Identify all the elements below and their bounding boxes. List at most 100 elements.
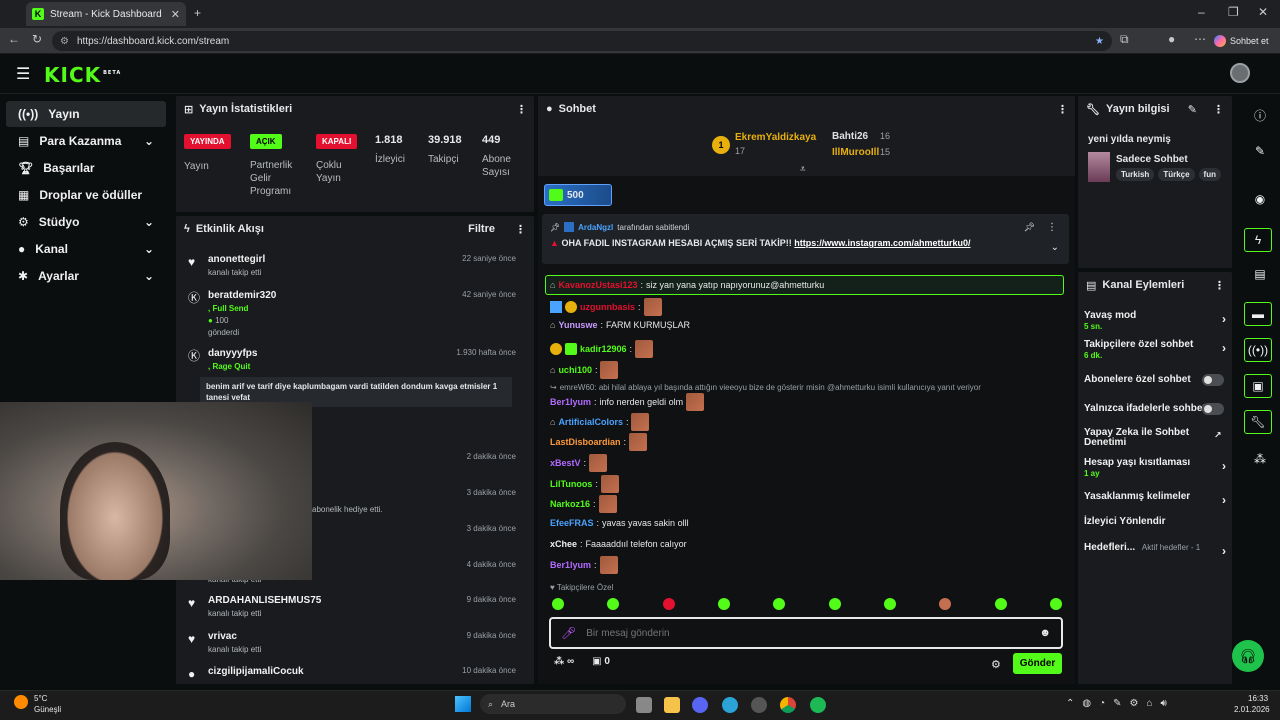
more-options-icon[interactable]: ⋮: [1047, 222, 1057, 233]
points-indicator[interactable]: ⁂ ∞: [554, 656, 574, 667]
emote-icon[interactable]: [552, 598, 564, 610]
wrench-icon[interactable]: 🔧︎: [1244, 410, 1272, 434]
more-options-icon[interactable]: ⋮: [1214, 279, 1225, 292]
site-info-icon[interactable]: ⚙: [60, 36, 69, 47]
action-goals[interactable]: Hedefleri... Aktif hedefler - 1 ›: [1084, 542, 1226, 558]
more-options-icon[interactable]: ⋮: [1057, 103, 1068, 116]
sidebar-item-para-kazanma[interactable]: ▤ Para Kazanma ⌄: [6, 128, 166, 154]
tag-pill[interactable]: fun: [1198, 168, 1221, 181]
close-window-icon[interactable]: ✕: [1258, 5, 1268, 19]
action-followers-only[interactable]: Takipçilere özel sohbet 6 dk. ›: [1084, 339, 1226, 360]
broadcast-icon[interactable]: ((•)): [1244, 338, 1272, 362]
toggle-switch: [1202, 374, 1224, 386]
sidebar-item-studyo[interactable]: ⚙ Stüdyo ⌄: [6, 209, 166, 235]
goal-badge[interactable]: 500: [544, 184, 612, 206]
tag-pill[interactable]: Turkish: [1116, 168, 1155, 181]
hamburger-menu-icon[interactable]: ☰: [16, 64, 30, 84]
support-button[interactable]: 🎧︎: [1232, 640, 1264, 672]
info-icon[interactable]: ⓘ: [1252, 107, 1268, 123]
send-button[interactable]: Gönder: [1013, 653, 1062, 674]
avatar[interactable]: [1230, 63, 1250, 83]
more-options-icon[interactable]: ⋮: [516, 103, 527, 116]
sub-badge-icon: [565, 343, 577, 355]
chat-input[interactable]: [586, 627, 1030, 639]
chat-bubble-icon[interactable]: ▬: [1244, 302, 1272, 326]
chevron-down-icon[interactable]: ⌄: [1051, 242, 1059, 253]
restore-icon[interactable]: ❐: [1228, 5, 1239, 19]
emoji-icon[interactable]: ☻: [1039, 627, 1051, 639]
taskbar-search[interactable]: ⌕ Ara: [480, 694, 626, 714]
weather-icon[interactable]: [14, 695, 28, 709]
sidebar-item-ayarlar[interactable]: ✱ Ayarlar ⌄: [6, 263, 166, 289]
new-tab-icon[interactable]: +: [194, 6, 201, 20]
chat-input-box[interactable]: 🎤︎ ☻: [549, 617, 1063, 649]
emote-icon[interactable]: [662, 598, 675, 610]
chat-header: ● Sohbet ⋮: [538, 96, 1075, 122]
kick-logo[interactable]: KICK BETA: [44, 63, 121, 87]
back-icon[interactable]: ←: [8, 32, 20, 46]
apps-icon[interactable]: ⁂: [1252, 452, 1268, 468]
user-badge: [550, 301, 562, 313]
more-options-icon[interactable]: ⋮: [515, 223, 526, 236]
category-name[interactable]: Sadece Sohbet: [1116, 154, 1188, 165]
chrome-icon[interactable]: [780, 697, 796, 713]
more-options-icon[interactable]: ⋮: [1213, 103, 1224, 116]
heart-icon: ♥: [550, 583, 555, 592]
spotify-icon[interactable]: [810, 697, 826, 713]
sidebar-item-droplar[interactable]: ▦ Droplar ve ödüller: [6, 182, 166, 208]
close-tab-icon[interactable]: ✕: [171, 8, 180, 21]
profile-icon[interactable]: ●: [1168, 32, 1175, 46]
document-icon[interactable]: ▤: [1252, 267, 1268, 283]
edit-icon[interactable]: ✎: [1252, 144, 1268, 160]
emote-icon[interactable]: [773, 598, 786, 610]
edit-icon[interactable]: ✎: [1188, 103, 1197, 116]
start-icon[interactable]: [455, 696, 471, 712]
reload-icon[interactable]: ↻: [32, 32, 42, 46]
sidebar-item-kanal[interactable]: ● Kanal ⌄: [6, 236, 166, 262]
expand-leaderboard-icon[interactable]: ⩡: [800, 164, 806, 175]
unpin-icon[interactable]: 📌︎: [1024, 222, 1035, 233]
emote-icon[interactable]: [994, 598, 1007, 610]
action-raid[interactable]: İzleyici Yönlendir: [1084, 516, 1226, 527]
sidebar-item-yayin[interactable]: ((•)) Yayın: [6, 101, 166, 127]
tag-pill[interactable]: Türkçe: [1158, 168, 1195, 181]
action-emotes-only[interactable]: Yalnızca ifadelerle sohbet: [1084, 403, 1226, 415]
camera-icon[interactable]: ◉: [1252, 192, 1268, 208]
minimize-icon[interactable]: –: [1198, 5, 1205, 19]
action-account-age[interactable]: Hesap yaşı kısıtlaması 1 ay ›: [1084, 457, 1226, 478]
more-menu-icon[interactable]: ⋯: [1194, 32, 1206, 46]
chat-settings-icon[interactable]: ⚙: [991, 658, 1001, 671]
url-field[interactable]: ⚙ https://dashboard.kick.com/stream ★: [52, 31, 1112, 51]
stat-partner: AÇIK Partnerlik Gelir Programı: [250, 134, 310, 198]
channel-icon[interactable]: ▣: [1244, 374, 1272, 398]
emote-icon[interactable]: [717, 598, 730, 610]
browser-tab[interactable]: K Stream - Kick Dashboard ✕: [26, 2, 186, 26]
edge-icon[interactable]: [722, 697, 738, 713]
action-banned-words[interactable]: Yasaklanmış kelimeler ›: [1084, 491, 1226, 507]
microphone-icon[interactable]: 🎤︎: [561, 626, 576, 640]
task-view-icon[interactable]: [636, 697, 652, 713]
bookmark-icon[interactable]: ★: [1095, 36, 1104, 47]
emote-icon[interactable]: [1049, 598, 1062, 610]
action-subscribers-only[interactable]: Abonelere özel sohbet: [1084, 374, 1226, 386]
action-slow-mode[interactable]: Yavaş mod 5 sn. ›: [1084, 310, 1226, 331]
emote-icon[interactable]: [939, 598, 952, 610]
file-explorer-icon[interactable]: [664, 697, 680, 713]
lightning-icon[interactable]: ϟ: [1244, 228, 1272, 252]
chat-button[interactable]: Sohbet et: [1214, 32, 1269, 50]
app-icon[interactable]: [751, 697, 767, 713]
filter-button[interactable]: Filtre: [468, 223, 495, 235]
leader-name: IllMurooIll: [832, 147, 880, 158]
extensions-icon[interactable]: ⧉: [1120, 32, 1129, 47]
emote-icon[interactable]: [828, 598, 841, 610]
system-tray[interactable]: ⌃◍◔✎⚙⌂🔊︎: [1066, 698, 1175, 709]
heart-icon: ♥: [188, 632, 196, 646]
stat-viewers: 1.818 İzleyici: [375, 134, 406, 165]
gift-counter[interactable]: ▣ 0: [592, 656, 610, 667]
emote-icon[interactable]: [607, 598, 620, 610]
action-ai-moderation[interactable]: Yapay Zeka ile Sohbet Denetimi ↗: [1084, 428, 1222, 448]
discord-icon[interactable]: [692, 697, 708, 713]
pinned-link[interactable]: https://www.instagram.com/ahmetturku0/: [794, 238, 970, 248]
emote-icon[interactable]: [883, 598, 896, 610]
sidebar-item-basarilar[interactable]: 🏆︎ Başarılar: [6, 155, 166, 181]
